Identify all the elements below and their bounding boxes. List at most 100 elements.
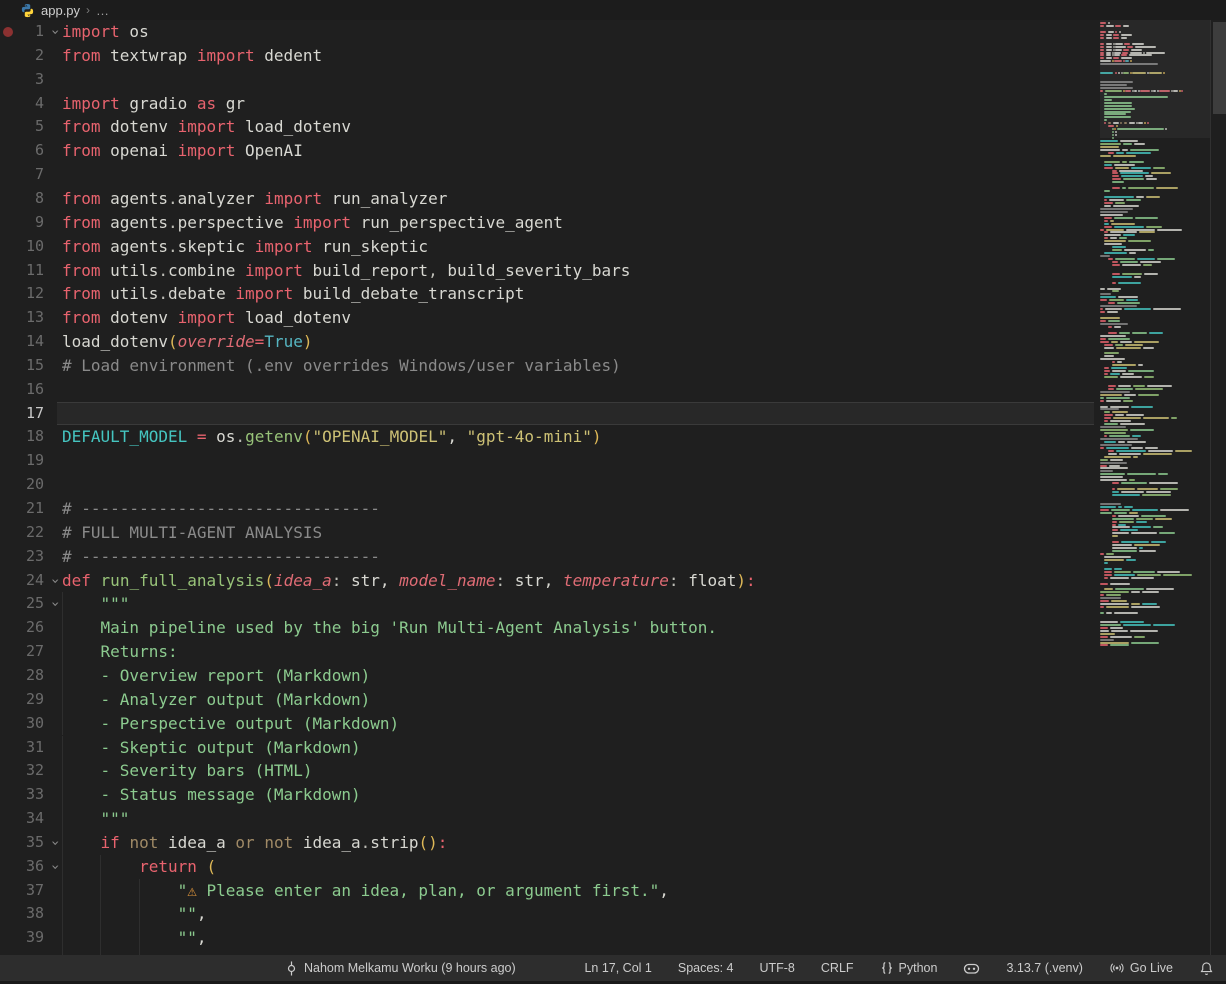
line-number[interactable]: 19 — [14, 449, 44, 473]
code-line[interactable]: 1›import os — [0, 20, 1100, 44]
line-number[interactable]: 38 — [14, 902, 44, 926]
code-line[interactable]: 4import gradio as gr — [0, 92, 1100, 116]
breakpoint-margin[interactable] — [3, 576, 13, 586]
line-number[interactable]: 20 — [14, 473, 44, 497]
breadcrumb-symbol-path[interactable]: … — [96, 3, 110, 18]
line-number[interactable]: 30 — [14, 712, 44, 736]
editor[interactable]: 1›import os2from textwrap import dedent3… — [0, 20, 1226, 955]
code-line[interactable]: 19 — [0, 449, 1100, 473]
line-number[interactable]: 2 — [14, 44, 44, 68]
breadcrumb-file[interactable]: app.py — [41, 3, 80, 18]
scrollbar-slider[interactable] — [1213, 22, 1226, 114]
breakpoint-margin[interactable] — [3, 909, 13, 919]
breakpoint-margin[interactable] — [3, 552, 13, 562]
code-line[interactable]: 21# ------------------------------- — [0, 497, 1100, 521]
code-line[interactable]: 39 "", — [0, 926, 1100, 950]
code-line[interactable]: 30 - Perspective output (Markdown) — [0, 712, 1100, 736]
code-line[interactable]: 9from agents.perspective import run_pers… — [0, 211, 1100, 235]
breakpoint-margin[interactable] — [3, 337, 13, 347]
code-line[interactable]: 37 "⚠ Please enter an idea, plan, or arg… — [0, 879, 1100, 903]
status-cursor-position[interactable]: Ln 17, Col 1 — [582, 961, 653, 975]
code-line[interactable]: 34 """ — [0, 807, 1100, 831]
status-copilot[interactable] — [961, 961, 982, 976]
line-number[interactable]: 39 — [14, 926, 44, 950]
code-line[interactable]: 3 — [0, 68, 1100, 92]
breakpoint-margin[interactable] — [3, 51, 13, 61]
line-number[interactable]: 27 — [14, 640, 44, 664]
breakpoint-margin[interactable] — [3, 218, 13, 228]
code-line[interactable]: 28 - Overview report (Markdown) — [0, 664, 1100, 688]
line-number[interactable]: 5 — [14, 115, 44, 139]
line-number[interactable]: 28 — [14, 664, 44, 688]
breakpoint-margin[interactable] — [3, 361, 13, 371]
line-number[interactable]: 18 — [14, 425, 44, 449]
code-line[interactable]: 11from utils.combine import build_report… — [0, 259, 1100, 283]
line-number[interactable]: 35 — [14, 831, 44, 855]
line-number[interactable]: 34 — [14, 807, 44, 831]
breakpoint-margin[interactable] — [3, 170, 13, 180]
breakpoint-margin[interactable] — [3, 242, 13, 252]
breakpoint-margin[interactable] — [3, 385, 13, 395]
line-number[interactable]: 9 — [14, 211, 44, 235]
code-line[interactable]: 7 — [0, 163, 1100, 187]
breakpoint-margin[interactable] — [3, 480, 13, 490]
code-line[interactable]: 33 - Status message (Markdown) — [0, 783, 1100, 807]
breakpoint-margin[interactable] — [3, 933, 13, 943]
breakpoint-margin[interactable] — [3, 528, 13, 538]
code-line[interactable]: 16 — [0, 378, 1100, 402]
line-number[interactable]: 25 — [14, 592, 44, 616]
line-number[interactable]: 10 — [14, 235, 44, 259]
breakpoint-margin[interactable] — [3, 695, 13, 705]
line-number[interactable]: 37 — [14, 879, 44, 903]
code-line[interactable]: 35› if not idea_a or not idea_a.strip(): — [0, 831, 1100, 855]
code-line[interactable]: 32 - Severity bars (HTML) — [0, 759, 1100, 783]
line-number[interactable]: 29 — [14, 688, 44, 712]
breakpoint-margin[interactable] — [3, 504, 13, 514]
status-eol-sequence[interactable]: CRLF — [819, 961, 856, 975]
line-number[interactable]: 32 — [14, 759, 44, 783]
breakpoint-margin[interactable] — [3, 790, 13, 800]
line-number[interactable]: 14 — [14, 330, 44, 354]
breakpoint-margin[interactable] — [3, 766, 13, 776]
code-line[interactable]: 2from textwrap import dedent — [0, 44, 1100, 68]
breakpoint-margin[interactable] — [3, 146, 13, 156]
vertical-scrollbar[interactable] — [1210, 20, 1226, 955]
minimap[interactable] — [1100, 20, 1210, 955]
breakpoint-margin[interactable] — [3, 409, 13, 419]
breakpoint-margin[interactable] — [3, 647, 13, 657]
breakpoint-icon[interactable] — [3, 27, 13, 37]
code-line[interactable]: 10from agents.skeptic import run_skeptic — [0, 235, 1100, 259]
status-go-live[interactable]: Go Live — [1107, 961, 1175, 975]
breakpoint-margin[interactable] — [3, 99, 13, 109]
code-line[interactable]: 15# Load environment (.env overrides Win… — [0, 354, 1100, 378]
code-line[interactable]: 17 — [0, 402, 1100, 426]
breakpoint-margin[interactable] — [3, 313, 13, 323]
breakpoint-margin[interactable] — [3, 623, 13, 633]
code-line[interactable]: 5from dotenv import load_dotenv — [0, 115, 1100, 139]
status-language-mode[interactable]: Python — [878, 961, 940, 975]
breakpoint-margin[interactable] — [3, 838, 13, 848]
line-number[interactable]: 31 — [14, 736, 44, 760]
code-line[interactable]: 8from agents.analyzer import run_analyze… — [0, 187, 1100, 211]
breakpoint-margin[interactable] — [3, 599, 13, 609]
code-line[interactable]: 31 - Skeptic output (Markdown) — [0, 736, 1100, 760]
line-number[interactable]: 1 — [14, 20, 44, 44]
code-line[interactable]: 13from dotenv import load_dotenv — [0, 306, 1100, 330]
status-notifications[interactable] — [1197, 961, 1216, 976]
line-number[interactable]: 12 — [14, 282, 44, 306]
code-line[interactable]: 14load_dotenv(override=True) — [0, 330, 1100, 354]
code-line[interactable]: 24›def run_full_analysis(idea_a: str, mo… — [0, 569, 1100, 593]
breakpoint-margin[interactable] — [3, 719, 13, 729]
breakpoint-margin[interactable] — [3, 743, 13, 753]
line-number[interactable]: 22 — [14, 521, 44, 545]
code-line[interactable]: 12from utils.debate import build_debate_… — [0, 282, 1100, 306]
line-number[interactable]: 16 — [14, 378, 44, 402]
breakpoint-margin[interactable] — [3, 456, 13, 466]
status-indentation[interactable]: Spaces: 4 — [676, 961, 736, 975]
line-number[interactable]: 3 — [14, 68, 44, 92]
minimap-visible-region[interactable] — [1100, 20, 1210, 138]
breakpoint-margin[interactable] — [3, 266, 13, 276]
breakpoint-margin[interactable] — [3, 862, 13, 872]
breakpoint-margin[interactable] — [3, 122, 13, 132]
line-number[interactable]: 23 — [14, 545, 44, 569]
